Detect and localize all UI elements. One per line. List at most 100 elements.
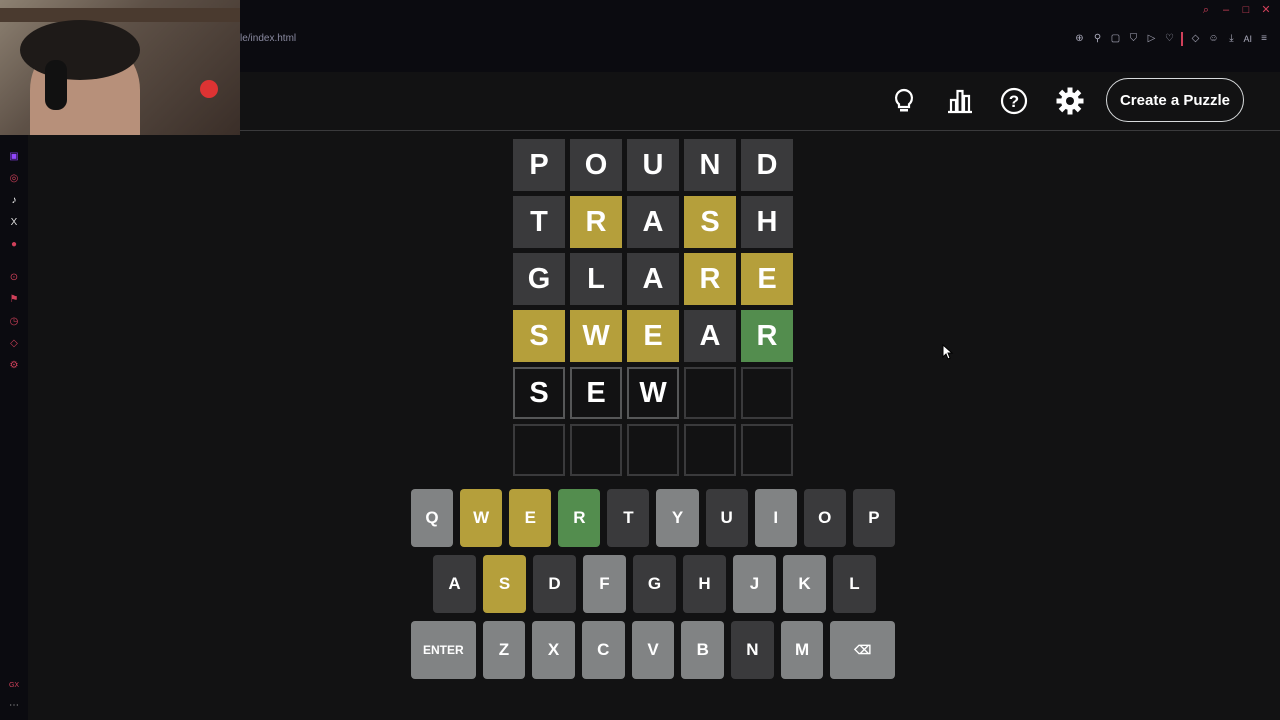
board-tile: W [570,310,622,362]
key-x[interactable]: X [532,621,575,679]
board-tile: P [513,139,565,191]
maximize-icon[interactable]: □ [1240,4,1252,16]
game-board: POUNDTRASHGLARESWEARSEW [513,139,793,476]
board-tile: R [684,253,736,305]
keyboard-row: ASDFGHJKL [411,555,895,613]
board-tile: L [570,253,622,305]
extensions-sidebar-icon[interactable]: ◇ [7,337,21,351]
key-i[interactable]: I [754,489,797,547]
address-bar-url[interactable]: le/index.html [240,33,296,44]
help-icon[interactable]: ? [999,86,1029,116]
key-y[interactable]: Y [656,489,699,547]
mouse-cursor-icon [942,344,954,360]
key-g[interactable]: G [633,555,676,613]
svg-text:?: ? [1009,92,1019,111]
board-tile [684,424,736,476]
player-icon[interactable]: ⊙ [7,271,21,285]
snapshot-icon[interactable]: ▢ [1109,33,1121,45]
weibo-icon[interactable]: ● [7,238,21,252]
board-tile: O [570,139,622,191]
gx-icon[interactable]: GX [7,679,21,693]
tiktok-icon[interactable]: ♪ [7,194,21,208]
board-tile [570,424,622,476]
key-k[interactable]: K [783,555,826,613]
instagram-icon[interactable]: ◎ [7,172,21,186]
history-icon[interactable]: ◷ [7,315,21,329]
webcam-headset [45,60,67,110]
enter-key[interactable]: ENTER [411,621,476,679]
key-q[interactable]: Q [411,489,454,547]
key-r[interactable]: R [558,489,601,547]
key-z[interactable]: Z [482,621,526,679]
board-tile: D [741,139,793,191]
board-tile: R [741,310,793,362]
key-s[interactable]: S [483,555,526,613]
key-o[interactable]: O [803,489,846,547]
board-tile: W [627,367,679,419]
board-tile [513,424,565,476]
profile-icon[interactable]: ☺ [1207,33,1219,45]
settings-sidebar-icon[interactable]: ⚙ [7,359,21,373]
settings-icon[interactable] [1055,86,1085,116]
minimize-icon[interactable]: – [1220,4,1232,16]
board-tile: E [741,253,793,305]
extension-toolbar: ⊕ ⚲ ▢ ⛉ ▷ ♡ ◇ ☺ ⤓ AI ≡ [1073,32,1270,46]
shield-icon[interactable]: ⛉ [1127,33,1139,45]
x-icon[interactable]: X [7,216,21,230]
board-tile: A [684,310,736,362]
board-tile: N [684,139,736,191]
board-tile: S [513,367,565,419]
search-icon[interactable]: ⌕ [1200,4,1212,16]
download-icon[interactable]: ⤓ [1225,33,1237,45]
keyboard-row: ENTER Z X C V B N M ⌫ [411,621,896,679]
key-m[interactable]: M [780,621,824,679]
board-tile: A [627,253,679,305]
zoom-icon[interactable]: ⊕ [1073,33,1085,45]
create-puzzle-button[interactable]: Create a Puzzle [1106,78,1244,122]
key-c[interactable]: C [581,621,625,679]
key-f[interactable]: F [583,555,626,613]
key-p[interactable]: P [852,489,895,547]
key-n[interactable]: N [731,621,774,679]
key-d[interactable]: D [533,555,576,613]
more-icon[interactable]: ⋯ [7,699,21,713]
key-b[interactable]: B [681,621,725,679]
lightbulb-icon[interactable] [889,86,919,116]
key-e[interactable]: E [509,489,552,547]
key-v[interactable]: V [631,621,675,679]
window-controls: ⌕ – □ ✕ [1200,4,1272,16]
twitch-icon[interactable]: ▣ [7,150,21,164]
board-tile: E [627,310,679,362]
board-tile: A [627,196,679,248]
board-tile: T [513,196,565,248]
key-t[interactable]: T [607,489,650,547]
stats-icon[interactable] [945,86,975,116]
toolbar-divider [1181,32,1184,46]
key-l[interactable]: L [833,555,876,613]
on-screen-keyboard: Q W E R T Y U I O P A S D F G H J K L ENTER Z X C V B N M ⌫ [411,489,896,687]
board-tile: S [513,310,565,362]
board-tile [684,367,736,419]
keyboard-row: QWERTYUIOP [411,489,895,547]
key-a[interactable]: A [433,555,476,613]
key-w[interactable]: W [460,489,503,547]
board-tile: R [570,196,622,248]
webcam-overlay [0,0,240,135]
key-j[interactable]: J [733,555,776,613]
pinboard-icon[interactable]: ⚑ [7,293,21,307]
pin-icon[interactable]: ⚲ [1091,33,1103,45]
backspace-key[interactable]: ⌫ [830,621,896,679]
webcam-hair [20,20,140,80]
board-tile: E [570,367,622,419]
play-icon[interactable]: ▷ [1145,33,1157,45]
heart-icon[interactable]: ♡ [1163,33,1175,45]
board-tile: H [741,196,793,248]
ai-button[interactable]: AI [1243,33,1252,45]
board-tile: G [513,253,565,305]
key-h[interactable]: H [683,555,726,613]
close-icon[interactable]: ✕ [1260,4,1272,16]
key-u[interactable]: U [705,489,748,547]
extensions-icon[interactable]: ◇ [1189,33,1201,45]
webcam-lamp [200,80,218,98]
menu-icon[interactable]: ≡ [1258,33,1270,45]
